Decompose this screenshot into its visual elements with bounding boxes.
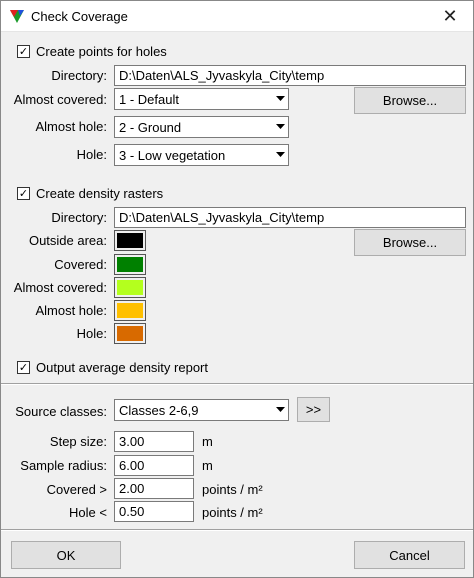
almost-hole-color-swatch[interactable] [114,300,146,321]
covered-threshold-unit: points / m² [202,482,263,497]
window-title: Check Coverage [31,9,128,24]
create-points-holes-checkbox[interactable]: ✓ [17,45,30,58]
source-classes-value: Classes 2-6,9 [119,403,199,418]
almost-hole-class-value: 2 - Ground [119,120,182,135]
outside-area-color-fill [117,233,143,248]
covered-threshold-input[interactable]: 2.00 [114,478,194,499]
holes-directory-input[interactable]: D:\Daten\ALS_Jyvaskyla_City\temp [114,65,466,86]
almost-hole-color-fill [117,303,143,318]
hole-class-value: 3 - Low vegetation [119,148,226,163]
checkmark-icon: ✓ [18,187,29,200]
hole-color-fill [117,326,143,341]
density-browse-button[interactable]: Browse... [354,229,466,256]
hole-color-label: Hole: [76,326,107,341]
sample-radius-unit: m [202,458,213,473]
hole-class-select[interactable]: 3 - Low vegetation [114,144,289,166]
chevron-down-icon [271,89,288,109]
hole-color-swatch[interactable] [114,323,146,344]
density-directory-input[interactable]: D:\Daten\ALS_Jyvaskyla_City\temp [114,207,466,228]
sample-radius-label: Sample radius: [20,458,107,473]
source-classes-more-button[interactable]: >> [297,397,330,422]
create-density-rasters-label: Create density rasters [36,186,164,201]
title-bar: Check Coverage ✕ [1,1,473,32]
step-size-input[interactable]: 3.00 [114,431,194,452]
create-points-holes-label: Create points for holes [36,44,167,59]
almost-covered-class-select[interactable]: 1 - Default [114,88,289,110]
step-size-label: Step size: [49,434,107,449]
section-divider [1,383,473,385]
checkmark-icon: ✓ [18,361,29,374]
holes-browse-button[interactable]: Browse... [354,87,466,114]
covered-color-label: Covered: [54,257,107,272]
checkmark-icon: ✓ [18,45,29,58]
hole-threshold-label: Hole < [69,505,107,520]
hole-threshold-unit: points / m² [202,505,263,520]
app-logo-icon [10,10,24,23]
chevron-down-icon [271,145,288,165]
close-button[interactable]: ✕ [427,1,473,32]
source-classes-select[interactable]: Classes 2-6,9 [114,399,289,421]
hole-class-label: Hole: [76,147,107,162]
output-density-report-label: Output average density report [36,360,208,375]
close-icon: ✕ [442,6,458,27]
covered-threshold-label: Covered > [46,482,107,497]
almost-hole-class-select[interactable]: 2 - Ground [114,116,289,138]
almost-covered-color-fill [117,280,143,295]
almost-covered-color-label: Almost covered: [13,280,107,295]
almost-hole-color-label: Almost hole: [35,303,107,318]
output-density-report-checkbox[interactable]: ✓ [17,361,30,374]
step-size-unit: m [202,434,213,449]
almost-covered-color-swatch[interactable] [114,277,146,298]
cancel-button[interactable]: Cancel [354,541,465,569]
source-classes-label: Source classes: [15,404,107,419]
holes-directory-label: Directory: [51,68,107,83]
create-density-rasters-checkbox[interactable]: ✓ [17,187,30,200]
almost-covered-class-label: Almost covered: [13,92,107,107]
density-directory-label: Directory: [51,210,107,225]
chevron-down-icon [271,400,288,420]
chevron-down-icon [271,117,288,137]
almost-hole-class-label: Almost hole: [35,119,107,134]
ok-button[interactable]: OK [11,541,121,569]
covered-color-fill [117,257,143,272]
sample-radius-input[interactable]: 6.00 [114,455,194,476]
footer-divider [1,529,473,531]
almost-covered-class-value: 1 - Default [119,92,179,107]
outside-area-color-label: Outside area: [28,233,107,248]
check-coverage-dialog: Check Coverage ✕ ✓ Create points for hol… [0,0,474,578]
outside-area-color-swatch[interactable] [114,230,146,251]
covered-color-swatch[interactable] [114,254,146,275]
hole-threshold-input[interactable]: 0.50 [114,501,194,522]
